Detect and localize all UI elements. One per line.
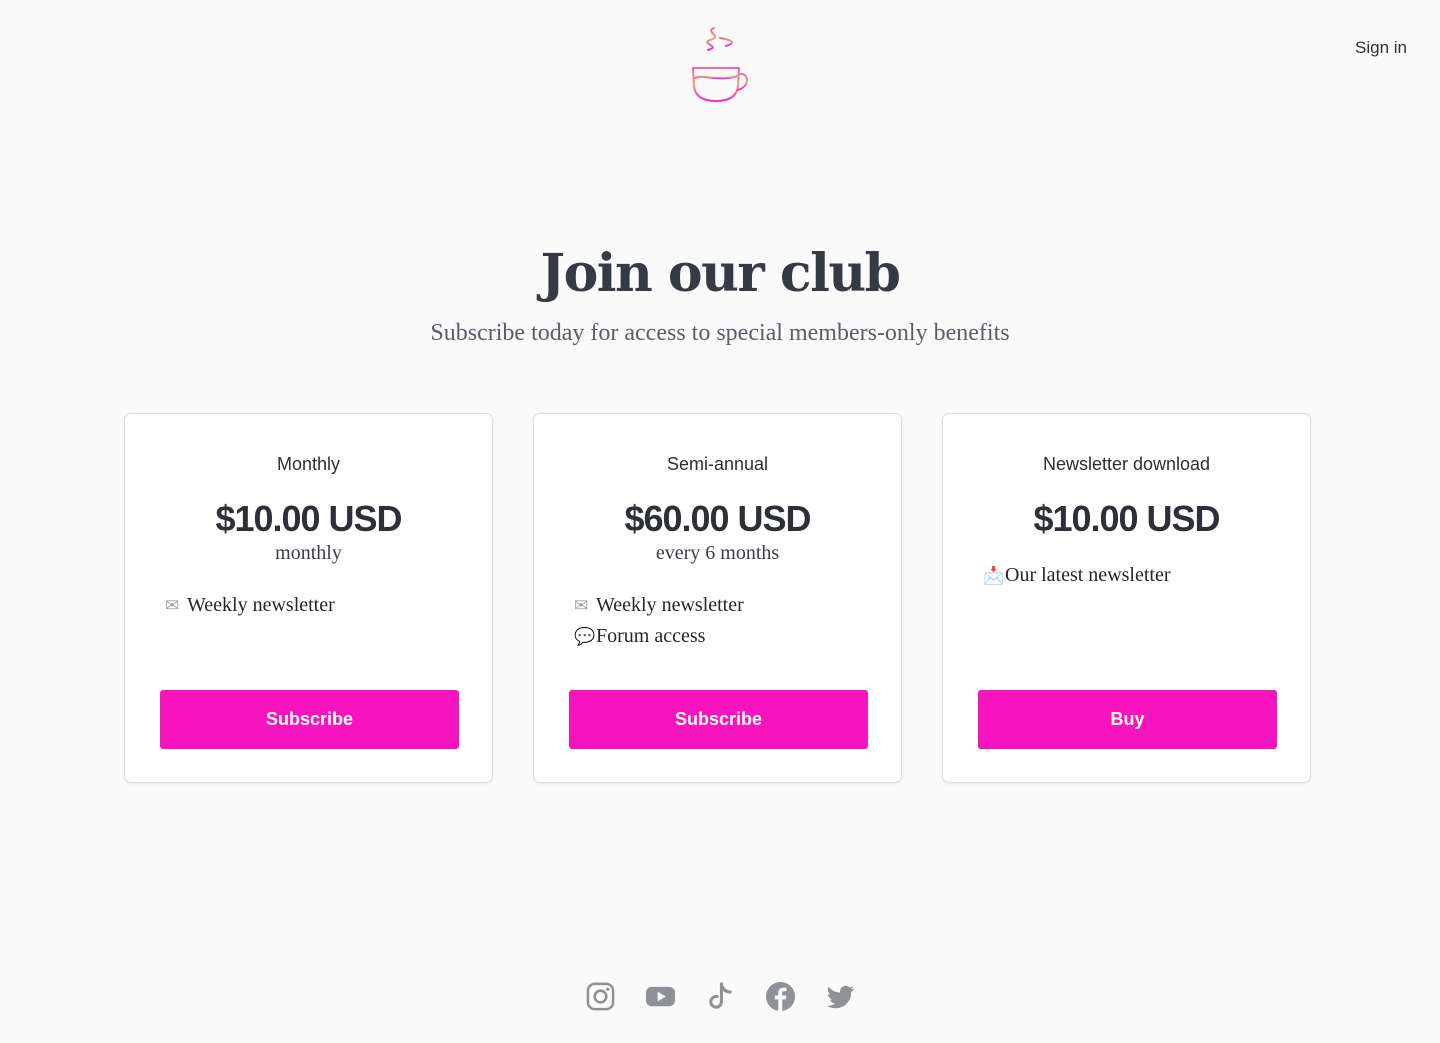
plan-card-semi-annual: Semi-annual $60.00 USD every 6 months ✉ W… — [533, 413, 902, 783]
hero-section: Join our club Subscribe today for access… — [0, 236, 1440, 347]
youtube-icon[interactable] — [645, 981, 676, 1012]
plan-features: ✉ Weekly newsletter 💬Forum access — [574, 590, 744, 652]
plan-title: Semi-annual — [666, 454, 769, 474]
plan-price: $10.00 USD — [1033, 498, 1220, 539]
plan-features: 📩Our latest newsletter — [983, 560, 1171, 591]
envelope-icon: ✉ — [574, 596, 589, 615]
plan-card-newsletter-download: Newsletter download $10.00 USD 📩Our late… — [942, 413, 1311, 783]
facebook-icon[interactable] — [765, 981, 796, 1012]
buy-button[interactable]: Buy — [978, 690, 1277, 749]
plan-period: every 6 months — [655, 542, 780, 564]
plan-price: $10.00 USD — [215, 498, 402, 539]
subscribe-button[interactable]: Subscribe — [569, 690, 868, 749]
twitter-icon[interactable] — [825, 981, 856, 1012]
plan-period: monthly — [275, 542, 342, 564]
feature-label: Weekly newsletter — [596, 594, 744, 616]
instagram-icon[interactable] — [585, 981, 616, 1012]
tiktok-icon[interactable] — [705, 981, 736, 1012]
speech-bubble-icon: 💬 — [574, 627, 596, 646]
plan-price: $60.00 USD — [624, 498, 811, 539]
pricing-cards: Monthly $10.00 USD monthly ✉ Weekly newsl… — [124, 413, 1316, 783]
coffee-cup-logo — [691, 27, 748, 103]
subscribe-button[interactable]: Subscribe — [160, 690, 459, 749]
plan-title: Monthly — [276, 454, 341, 474]
plan-title: Newsletter download — [1042, 454, 1211, 474]
feature-item: 📩Our latest newsletter — [983, 560, 1171, 591]
social-links — [0, 981, 1440, 1012]
feature-item: 💬Forum access — [574, 621, 744, 652]
plan-card-monthly: Monthly $10.00 USD monthly ✉ Weekly newsl… — [124, 413, 493, 783]
feature-label: Weekly newsletter — [187, 594, 335, 616]
feature-label: Forum access — [596, 625, 706, 647]
envelope-with-arrow-icon: 📩 — [983, 566, 1005, 585]
plan-features: ✉ Weekly newsletter — [165, 590, 335, 621]
page-title: Join our club — [540, 243, 901, 304]
page-subtitle: Subscribe today for access to special me… — [430, 320, 1010, 346]
feature-item: ✉ Weekly newsletter — [574, 590, 744, 621]
feature-item: ✉ Weekly newsletter — [165, 590, 335, 621]
feature-label: Our latest newsletter — [1005, 564, 1171, 586]
envelope-icon: ✉ — [165, 596, 180, 615]
sign-in-link[interactable]: Sign in — [1355, 38, 1407, 58]
